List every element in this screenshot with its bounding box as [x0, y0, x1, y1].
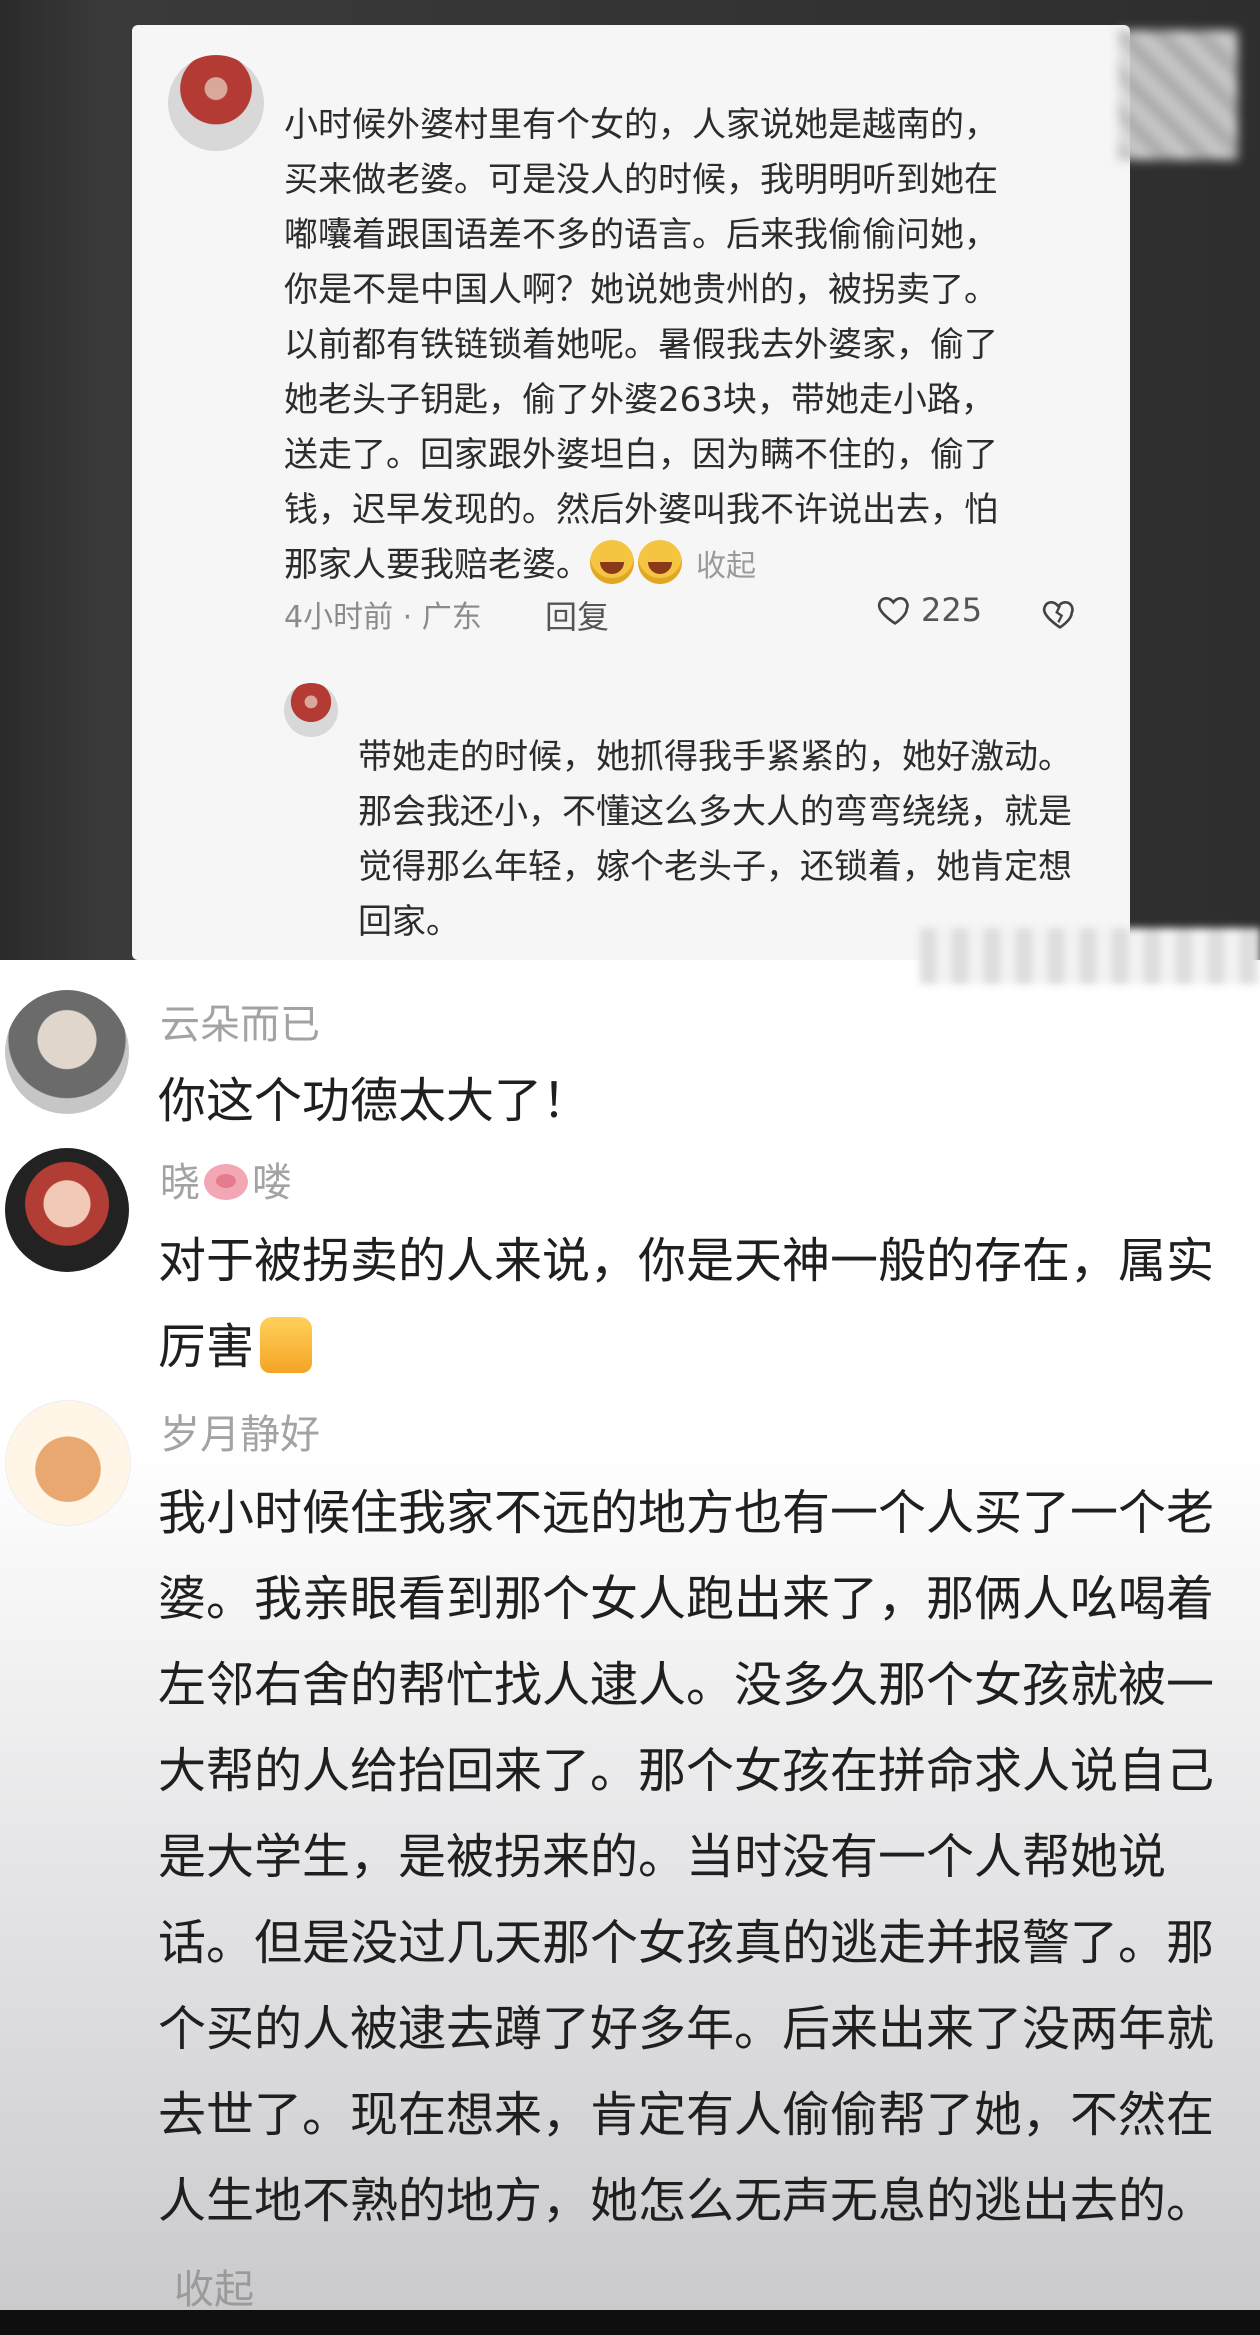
- blurred-region: [1118, 30, 1238, 160]
- comment-text: 对于被拐卖的人来说，你是天神一般的存在，属实厉害: [158, 1233, 1215, 1375]
- comment-username[interactable]: 云朵而已: [160, 992, 320, 1050]
- like-button[interactable]: 225: [875, 590, 982, 630]
- avatar[interactable]: [168, 55, 264, 151]
- comment-username[interactable]: 岁月静好: [160, 1402, 320, 1460]
- avatar[interactable]: [5, 1400, 131, 1526]
- blurred-region: [920, 928, 1260, 984]
- collapse-link[interactable]: 收起: [696, 549, 756, 584]
- laugh-cry-icon: [590, 540, 634, 584]
- pig-icon: [204, 1164, 248, 1200]
- main-comment-text: 小时候外婆村里有个女的，人家说她是越南的， 买来做老婆。可是没人的时候，我明明听…: [284, 105, 998, 585]
- like-count: 225: [921, 591, 983, 629]
- comment-text: 我小时候住我家不远的地方也有一个人买了一个老婆。我亲眼看到那个女人跑出来了，那俩…: [158, 1485, 1215, 2313]
- avatar[interactable]: [5, 1148, 129, 1272]
- collapse-link[interactable]: 收起: [174, 2267, 254, 2313]
- laugh-cry-icon: [638, 540, 682, 584]
- comment-username[interactable]: 晓喽: [160, 1150, 292, 1208]
- reply-button[interactable]: 回复: [545, 592, 609, 638]
- comment-text: 你这个功德太大了！: [158, 1073, 591, 1129]
- avatar[interactable]: [284, 683, 338, 737]
- heart-icon: [877, 596, 909, 625]
- reply-comment-text: 带她走的时候，她抓得我手紧紧的，她好激动。那会我还小，不懂这么多大人的弯弯绕绕，…: [358, 737, 1072, 942]
- comment-meta: 4小时前 · 广东: [284, 600, 482, 635]
- avatar[interactable]: [5, 990, 129, 1114]
- bottom-bar: [0, 2310, 1260, 2335]
- dislike-icon[interactable]: [1040, 594, 1080, 634]
- thumbs-up-icon: [260, 1317, 313, 1373]
